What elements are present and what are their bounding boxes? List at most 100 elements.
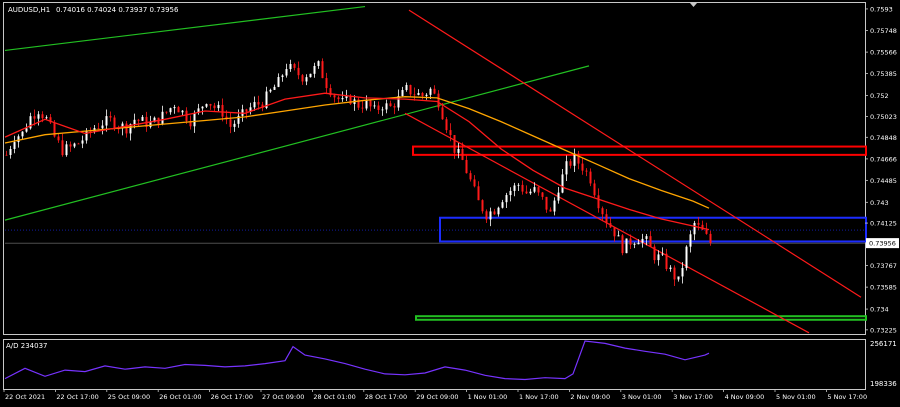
price-tick-label: 0.74125 (870, 220, 897, 228)
candle-body (149, 122, 152, 127)
price-tick-label: 0.752 (870, 92, 889, 100)
candle-body (257, 102, 260, 105)
candle-body (637, 242, 640, 245)
candle-body (373, 105, 376, 107)
candle-body (485, 211, 488, 220)
candle-body (77, 143, 80, 145)
candle-body (109, 116, 112, 118)
candle-body (621, 235, 624, 254)
candle-body (21, 131, 24, 137)
price-tick-label: 0.75748 (870, 27, 897, 35)
price-tick-label: 0.75566 (870, 49, 897, 57)
candle-body (469, 173, 472, 180)
candle-body (253, 102, 256, 108)
candle-body (693, 222, 696, 235)
ad-scale-bottom: 198336 (870, 380, 897, 388)
price-tick-label: 0.75023 (870, 113, 897, 121)
candle-body (665, 253, 668, 270)
candle-body (173, 107, 176, 109)
candle-body (369, 100, 372, 107)
candle-body (73, 143, 76, 147)
candle-body (161, 111, 164, 125)
candle-body (337, 97, 340, 100)
candle-body (465, 159, 468, 174)
candle-body (673, 267, 676, 280)
candle-body (449, 130, 452, 136)
candle-body (273, 86, 276, 90)
candle-body (313, 65, 316, 74)
candle-body (609, 223, 612, 228)
candle-body (461, 148, 464, 160)
candle-body (277, 77, 280, 87)
candle-body (137, 119, 140, 121)
candle-body (133, 119, 136, 125)
candle-body (41, 114, 44, 119)
time-tick-label: 5 Nov 17:00 (827, 393, 867, 401)
candle-body (497, 207, 500, 215)
candle-body (613, 227, 616, 237)
candle-body (377, 105, 380, 110)
time-tick-label: 3 Nov 17:00 (673, 393, 713, 401)
candle-body (565, 161, 568, 175)
candle-body (81, 140, 84, 144)
price-tick-label: 0.743 (870, 199, 889, 207)
candle-body (505, 195, 508, 203)
candle-body (425, 94, 428, 96)
candle-body (229, 119, 232, 127)
price-tick-label: 0.75385 (870, 70, 897, 78)
time-tick-label: 28 Oct 17:00 (365, 393, 407, 401)
candle-body (653, 246, 656, 261)
candle-body (473, 179, 476, 187)
candle-body (269, 89, 272, 92)
candle-body (57, 136, 60, 141)
candle-body (421, 92, 424, 96)
candle-body (221, 104, 224, 117)
candle-body (537, 187, 540, 193)
candle-body (309, 73, 312, 78)
candle-body (633, 244, 636, 246)
candle-body (481, 200, 484, 212)
price-tick-label: 0.74485 (870, 177, 897, 185)
candle-body (625, 238, 628, 254)
candle-body (5, 154, 8, 156)
price-tick-label: 0.73585 (870, 284, 897, 292)
candle-body (525, 191, 528, 194)
time-tick-label: 1 Nov 17:00 (519, 393, 559, 401)
price-tick-label: 0.734 (870, 306, 889, 314)
candle-body (361, 107, 364, 109)
candle-body (381, 109, 384, 111)
candle-body (661, 253, 664, 255)
candle-body (445, 119, 448, 131)
price-tick-label: 0.73225 (870, 326, 897, 334)
chart-canvas[interactable]: 0.7593 0.75748 0.75566 0.75385 0.752 0.75023 0… (0, 0, 900, 407)
candle-body (33, 116, 36, 119)
candle-body (597, 195, 600, 209)
candle-body (697, 222, 700, 225)
candle-body (549, 209, 552, 212)
candle-body (417, 92, 420, 95)
time-tick-label: 3 Nov 01:00 (622, 393, 662, 401)
candle-body (533, 187, 536, 192)
candle-body (169, 108, 172, 113)
chart-background (0, 0, 900, 407)
candle-body (649, 236, 652, 247)
current-price-label: 0.73956 (869, 240, 896, 248)
candle-body (501, 202, 504, 208)
candle-body (69, 144, 72, 147)
candle-body (105, 116, 108, 126)
time-tick-label: 22 Oct 17:00 (56, 393, 98, 401)
candle-body (545, 196, 548, 210)
time-tick-label: 25 Oct 09:00 (108, 393, 150, 401)
candle-body (385, 103, 388, 110)
time-tick-label: 5 Nov 01:00 (776, 393, 816, 401)
candle-body (513, 185, 516, 191)
candle-body (17, 136, 20, 143)
candle-body (297, 67, 300, 76)
candle-body (509, 190, 512, 196)
candle-body (233, 123, 236, 127)
candle-body (25, 128, 28, 132)
candle-body (101, 125, 104, 129)
candle-body (185, 110, 188, 121)
candle-body (641, 238, 644, 243)
candle-body (601, 208, 604, 215)
